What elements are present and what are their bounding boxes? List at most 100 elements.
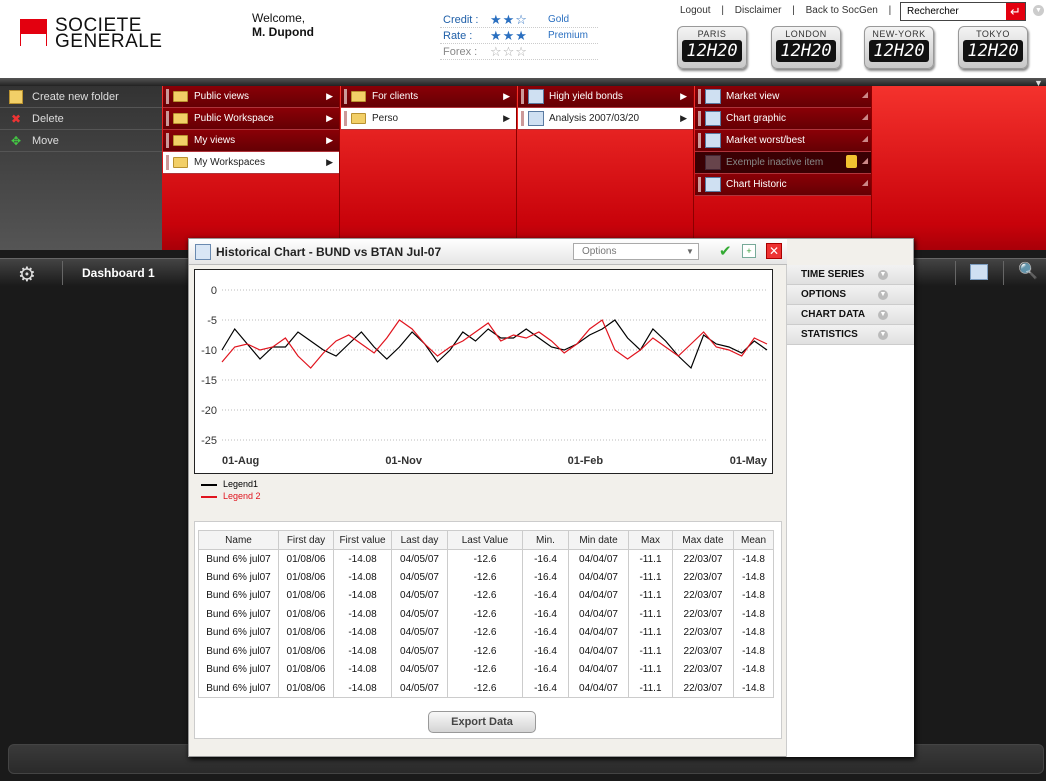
table-cell: -16.4 [522,605,569,624]
accordion-label: OPTIONS [801,289,847,300]
arrow-right-icon: ▶ [326,91,333,101]
column-header[interactable]: Mean [733,530,774,550]
table-cell: -14.08 [333,642,392,661]
column-header[interactable]: Name [198,530,279,550]
menu-item-my-workspaces[interactable]: My Workspaces ▶ [163,152,339,174]
close-icon[interactable]: ✕ [766,243,782,259]
action-label: Delete [32,113,64,125]
delete-button[interactable]: ✖ Delete [0,108,162,130]
table-cell: Bund 6% jul07 [198,642,279,661]
table-cell: -14.8 [733,568,774,587]
gear-icon[interactable]: ⚙ [18,262,36,287]
accordion-chart-data[interactable]: CHART DATA ▼ [787,305,914,325]
table-cell: Bund 6% jul07 [198,568,279,587]
column-header[interactable]: Last Value [447,530,523,550]
table-cell: -16.4 [522,660,569,679]
menu-item-analysis[interactable]: Analysis 2007/03/20 ▶ [518,108,693,130]
table-cell: 01/08/06 [278,660,334,679]
item-marker [166,111,169,126]
column-header[interactable]: First day [278,530,334,550]
window-titlebar[interactable]: Historical Chart - BUND vs BTAN Jul-07 O… [189,239,787,265]
clock-city: PARIS [697,29,727,39]
menu-item-chart-historic[interactable]: Chart Historic ◢ [695,174,871,196]
table-cell: -11.1 [628,623,673,642]
menu-item-label: Public Workspace [194,113,274,124]
menu-item-market-view[interactable]: Market view ◢ [695,86,871,108]
x-tick-label: 01-May [730,455,768,467]
create-folder-button[interactable]: Create new folder [0,86,162,108]
table-cell: 01/08/06 [278,549,334,568]
table-cell: -12.6 [447,568,523,587]
back-to-socgen-link[interactable]: Back to SocGen [806,5,878,16]
disclaimer-link[interactable]: Disclaimer [735,5,782,16]
accordion-statistics[interactable]: STATISTICS ▼ [787,325,914,345]
menu-item-chart-graphic[interactable]: Chart graphic ◢ [695,108,871,130]
table-cell: 01/08/06 [278,679,334,698]
menu-item-public-views[interactable]: Public views ▶ [163,86,339,108]
menu-item-high-yield-bonds[interactable]: High yield bonds ▶ [518,86,693,108]
menu-item-perso[interactable]: Perso ▶ [341,108,516,130]
menu-item-market-worst-best[interactable]: Market worst/best ◢ [695,130,871,152]
rating-level: Premium [548,30,589,41]
clock-time: 12H20 [963,40,1023,62]
table-cell: -14.08 [333,568,392,587]
rating-label: Forex : [443,46,478,58]
clock-london: LONDON 12H20 [771,26,841,69]
table-cell: -16.4 [522,549,569,568]
check-icon[interactable]: ✔ [719,242,732,260]
y-tick-label: -10 [201,345,217,357]
menu-column-views: Public views ▶ Public Workspace ▶ My views… [163,86,340,250]
column-header[interactable]: Max [628,530,673,550]
table-cell: -16.4 [522,679,569,698]
move-button[interactable]: ✥ Move [0,130,162,152]
table-icon [705,89,721,104]
column-header[interactable]: First value [333,530,392,550]
options-dropdown[interactable]: Options ▼ [573,243,699,260]
search-box: ↵ [900,2,1026,21]
menu-item-public-workspace[interactable]: Public Workspace ▶ [163,108,339,130]
link-separator: | [792,5,795,16]
legend-entry: Legend1 [199,479,261,491]
table-cell: -12.6 [447,679,523,698]
item-marker [344,111,347,126]
table-cell: -16.4 [522,642,569,661]
zoom-icon[interactable]: 🔍 [1018,261,1038,281]
new-window-icon[interactable]: + [742,244,756,258]
table-cell: 01/08/06 [278,605,334,624]
arrow-right-icon: ▶ [326,113,333,123]
logout-link[interactable]: Logout [680,5,711,16]
lock-icon [846,155,857,168]
collapse-icon[interactable]: ▼ [1034,78,1043,88]
column-header[interactable]: Min date [568,530,629,550]
star-icon: ★★★ [490,28,528,43]
arrow-right-icon: ▶ [326,135,333,145]
logo-icon [20,19,47,46]
expand-icon: ▼ [878,270,888,280]
dashboard-tab[interactable]: Dashboard 1 [82,266,155,280]
chart-icon[interactable] [970,264,988,280]
enter-icon[interactable]: ↵ [1006,3,1025,20]
table-row: Bund 6% jul07 01/08/06 -14.08 04/05/07 -12.6… [198,660,774,679]
table-cell: -16.4 [522,568,569,587]
column-header[interactable]: Last day [391,530,448,550]
table-cell: 04/05/07 [391,605,448,624]
options-label: Options [582,246,617,257]
search-input[interactable] [901,3,1006,20]
grip-icon: ◢ [861,134,868,143]
menu-item-inactive: Exemple inactive item ◢ [695,152,871,174]
accordion-options[interactable]: OPTIONS ▼ [787,285,914,305]
clock-city: NEW-YORK [872,29,926,39]
menu-item-my-views[interactable]: My views ▶ [163,130,339,152]
chevron-down-icon[interactable]: ▼ [1033,5,1044,16]
item-marker [166,155,169,170]
column-header[interactable]: Max date [672,530,734,550]
table-cell: 04/04/07 [568,568,629,587]
table-cell: 04/04/07 [568,605,629,624]
star-list-icon [705,133,721,148]
menu-column-folders: For clients ▶ Perso ▶ [341,86,517,250]
action-panel: Create new folder ✖ Delete ✥ Move [0,86,162,250]
menu-item-for-clients[interactable]: For clients ▶ [341,86,516,108]
export-data-button[interactable]: Export Data [428,711,536,733]
column-header[interactable]: Min. [522,530,569,550]
accordion-time-series[interactable]: TIME SERIES ▼ [787,265,914,285]
